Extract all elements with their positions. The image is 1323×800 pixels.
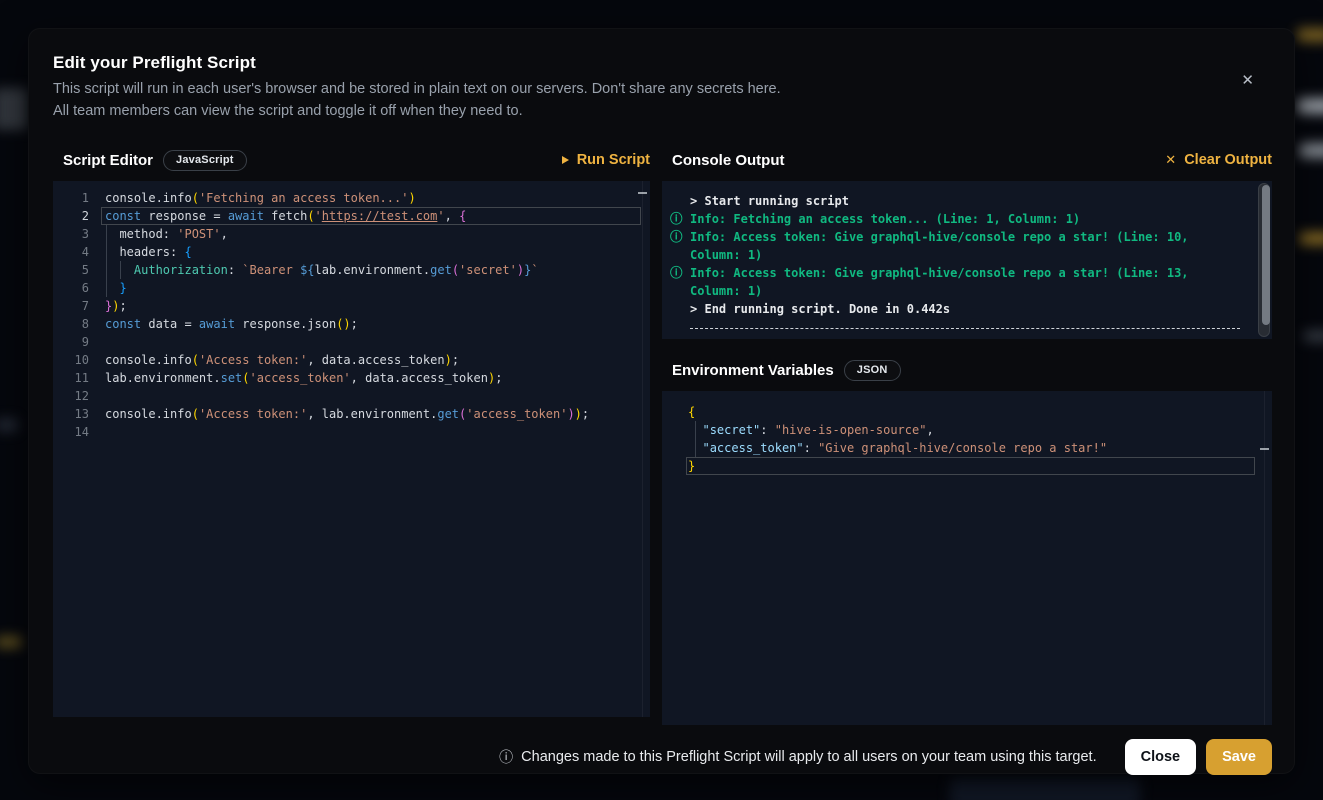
clear-output-button[interactable]: ✕ Clear Output (1165, 152, 1272, 168)
script-editor-content: 1console.info('Fetching an access token.… (53, 189, 650, 441)
indent-guide (695, 421, 696, 457)
console-entry: > End running script. Done in 0.442s (670, 300, 1242, 318)
code-line[interactable]: 6 } (53, 279, 650, 297)
line-number: 10 (53, 351, 101, 369)
close-button[interactable]: Close (1125, 739, 1197, 775)
console-entry: ⓘInfo: Fetching an access token... (Line… (670, 210, 1242, 228)
code-line[interactable]: 12 (53, 387, 650, 405)
play-icon (562, 156, 569, 164)
screen: ✕ Edit your Preflight Script This script… (0, 0, 1323, 800)
modal-title: Edit your Preflight Script (53, 53, 1272, 73)
indent-guide (120, 261, 121, 279)
code-line[interactable]: 9 (53, 333, 650, 351)
line-number: 4 (53, 243, 101, 261)
line-number: 5 (53, 261, 101, 279)
save-button[interactable]: Save (1206, 739, 1272, 775)
backdrop-blob (1303, 330, 1323, 342)
modal-description: This script will run in each user's brow… (53, 78, 1272, 122)
log-indent (670, 300, 690, 318)
description-line-1: This script will run in each user's brow… (53, 78, 1272, 100)
info-icon: ⓘ (670, 210, 690, 228)
console-output: > Start running scriptⓘInfo: Fetching an… (662, 181, 1272, 339)
env-editor-content: { "secret": "hive-is-open-source", "acce… (686, 403, 1264, 475)
code-line[interactable]: 8const data = await response.json(); (53, 315, 650, 333)
line-number: 9 (53, 333, 101, 351)
line-number: 6 (53, 279, 101, 297)
log-indent (670, 192, 690, 210)
console-entry: ⓘInfo: Access token: Give graphql-hive/c… (670, 264, 1242, 300)
code-line[interactable]: 13console.info('Access token:', lab.envi… (53, 405, 650, 423)
code-line[interactable]: 5 Authorization: `Bearer ${lab.environme… (53, 261, 650, 279)
environment-variables-label: Environment Variables (672, 362, 834, 379)
console-entry (690, 328, 1240, 329)
line-number: 1 (53, 189, 101, 207)
backdrop-blob (0, 418, 18, 432)
line-number: 2 (53, 207, 101, 225)
line-number: 14 (53, 423, 101, 441)
backdrop-blob (0, 88, 28, 130)
code-line[interactable]: { (686, 403, 1264, 421)
run-script-button[interactable]: Run Script (562, 152, 650, 168)
console-output-label: Console Output (672, 152, 785, 169)
line-number: 7 (53, 297, 101, 315)
backdrop-blob (1297, 98, 1323, 114)
code-line[interactable]: } (686, 457, 1264, 475)
backdrop-blob (1299, 143, 1323, 158)
backdrop-blob (1299, 232, 1323, 245)
code-line[interactable]: 11lab.environment.set('access_token', da… (53, 369, 650, 387)
info-icon: ⓘ (499, 747, 513, 767)
backdrop-blob (1297, 28, 1323, 42)
console-entry: ⓘInfo: Access token: Give graphql-hive/c… (670, 228, 1242, 264)
info-icon: ⓘ (670, 264, 690, 300)
code-line[interactable]: 4 headers: { (53, 243, 650, 261)
overview-ruler-mark (638, 192, 647, 194)
description-line-2: All team members can view the script and… (53, 100, 1272, 122)
script-editor-label: Script Editor (63, 152, 153, 169)
preflight-script-modal: ✕ Edit your Preflight Script This script… (28, 28, 1295, 774)
code-line[interactable]: "secret": "hive-is-open-source", (686, 421, 1264, 439)
environment-editor[interactable]: { "secret": "hive-is-open-source", "acce… (662, 391, 1272, 725)
console-content: > Start running scriptⓘInfo: Fetching an… (670, 192, 1242, 329)
line-number: 13 (53, 405, 101, 423)
clear-icon: ✕ (1165, 152, 1176, 168)
json-badge: JSON (844, 360, 901, 381)
code-line[interactable]: 7}); (53, 297, 650, 315)
line-number: 8 (53, 315, 101, 333)
overview-ruler-mark (1260, 448, 1269, 450)
code-line[interactable]: 10console.info('Access token:', data.acc… (53, 351, 650, 369)
code-line[interactable]: 1console.info('Fetching an access token.… (53, 189, 650, 207)
close-icon[interactable]: ✕ (1241, 73, 1254, 88)
indent-guide (106, 225, 107, 297)
code-line[interactable]: 3 method: 'POST', (53, 225, 650, 243)
scrollbar-thumb[interactable] (1262, 185, 1270, 325)
code-line[interactable]: "access_token": "Give graphql-hive/conso… (686, 439, 1264, 457)
backdrop-blob (950, 778, 1140, 800)
code-line[interactable]: 14 (53, 423, 650, 441)
line-number: 11 (53, 369, 101, 387)
info-icon: ⓘ (670, 228, 690, 264)
line-number: 3 (53, 225, 101, 243)
script-editor[interactable]: 1console.info('Fetching an access token.… (53, 181, 650, 717)
console-entry: > Start running script (670, 192, 1242, 210)
footer-note: ⓘ Changes made to this Preflight Script … (499, 747, 1096, 767)
code-line[interactable]: 2const response = await fetch('https://t… (53, 207, 650, 225)
language-badge: JavaScript (163, 150, 247, 171)
line-number: 12 (53, 387, 101, 405)
backdrop-blob (0, 636, 22, 648)
